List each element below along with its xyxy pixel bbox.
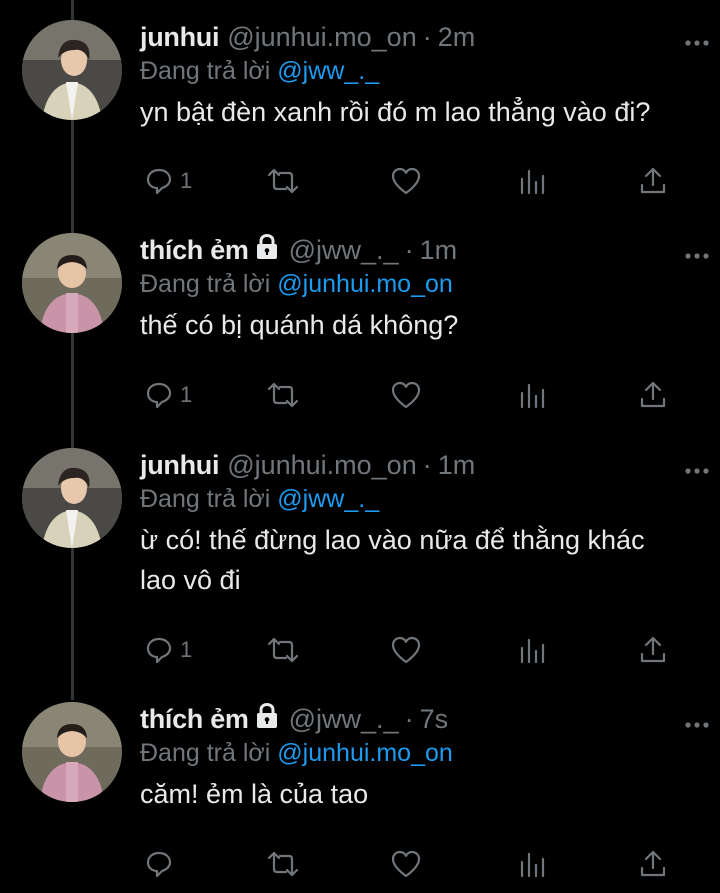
user-handle[interactable]: @junhui.mo_on (227, 22, 417, 53)
views-button[interactable] (518, 377, 546, 413)
heart-icon (391, 381, 421, 409)
retweet-button[interactable] (266, 377, 300, 413)
bar-chart-icon (520, 169, 545, 195)
share-icon (640, 381, 666, 408)
reply-count: 1 (180, 637, 193, 662)
retweet-icon (267, 637, 299, 663)
more-options-icon[interactable] (684, 247, 710, 265)
separator-dot: · (404, 703, 414, 734)
avatar[interactable] (22, 448, 122, 548)
user-handle[interactable]: @junhui.mo_on (227, 450, 417, 481)
replying-to-line: Đang trả lời @junhui.mo_on (140, 736, 700, 770)
tweet-text: ừ có! thế đừng lao vào nữa để thằng khác… (140, 525, 645, 595)
share-button[interactable] (638, 377, 668, 413)
display-name[interactable]: junhui (140, 22, 219, 53)
tweet-text: thế có bị quánh dá không? (140, 310, 459, 340)
more-options-icon[interactable] (684, 716, 710, 734)
share-icon (640, 850, 666, 877)
replying-to-label: Đang trả lời (140, 739, 271, 767)
reply-icon (146, 637, 172, 664)
reply-button[interactable]: 1 (144, 163, 192, 199)
mention-link[interactable]: @junhui.mo_on (277, 739, 453, 767)
mention-link[interactable]: @jww_._ (277, 485, 379, 513)
retweet-button[interactable] (266, 163, 300, 199)
tweet-text: căm! ẻm là của tao (140, 779, 369, 809)
replying-to-label: Đang trả lời (140, 485, 271, 513)
views-button[interactable] (518, 632, 546, 668)
like-button[interactable] (390, 377, 422, 413)
replying-to-line: Đang trả lời @junhui.mo_on (140, 267, 700, 301)
more-options-icon[interactable] (684, 34, 710, 52)
retweet-icon (267, 382, 299, 408)
separator-dot: · (422, 449, 432, 480)
heart-icon (391, 850, 421, 878)
avatar[interactable] (22, 20, 122, 120)
reply-button[interactable]: 1 (144, 632, 192, 668)
action-bar: 1 (140, 377, 674, 413)
heart-icon (391, 636, 421, 664)
display-name[interactable]: thích ẻm (140, 704, 249, 735)
reply-count: 1 (180, 168, 193, 193)
retweet-icon (267, 168, 299, 194)
reply-button[interactable]: 1 (144, 377, 192, 413)
reply-icon (146, 382, 172, 409)
action-bar (140, 846, 674, 882)
timestamp[interactable]: 2m (438, 22, 476, 53)
retweet-button[interactable] (266, 846, 300, 882)
action-bar: 1 (140, 163, 674, 199)
reply-icon (146, 851, 172, 878)
user-handle[interactable]: @jww_._ (289, 235, 399, 266)
like-button[interactable] (390, 632, 422, 668)
timestamp[interactable]: 7s (420, 704, 449, 735)
display-name[interactable]: thích ẻm (140, 235, 249, 266)
retweet-icon (267, 851, 299, 877)
share-button[interactable] (638, 163, 668, 199)
user-handle[interactable]: @jww_._ (289, 704, 399, 735)
reply-count: 1 (180, 382, 193, 407)
like-button[interactable] (390, 846, 422, 882)
mention-link[interactable]: @junhui.mo_on (277, 270, 453, 298)
views-button[interactable] (518, 846, 546, 882)
heart-icon (391, 167, 421, 195)
bar-chart-icon (520, 638, 545, 664)
bar-chart-icon (520, 383, 545, 409)
avatar[interactable] (22, 702, 122, 802)
separator-dot: · (422, 21, 432, 52)
mention-link[interactable]: @jww_._ (277, 57, 379, 85)
replying-to-label: Đang trả lời (140, 270, 271, 298)
separator-dot: · (404, 234, 414, 265)
views-button[interactable] (518, 163, 546, 199)
timestamp[interactable]: 1m (420, 235, 458, 266)
avatar[interactable] (22, 233, 122, 333)
display-name[interactable]: junhui (140, 450, 219, 481)
replying-to-line: Đang trả lời @jww_._ (140, 54, 700, 88)
reply-icon (146, 168, 172, 195)
bar-chart-icon (520, 852, 545, 878)
replying-to-label: Đang trả lời (140, 57, 271, 85)
tweet-text: yn bật đèn xanh rồi đó m lao thẳng vào đ… (140, 97, 651, 127)
retweet-button[interactable] (266, 632, 300, 668)
share-icon (640, 167, 666, 194)
share-button[interactable] (638, 632, 668, 668)
lock-icon (255, 233, 279, 267)
more-options-icon[interactable] (684, 462, 710, 480)
action-bar: 1 (140, 632, 674, 668)
like-button[interactable] (390, 163, 422, 199)
share-button[interactable] (638, 846, 668, 882)
lock-icon (255, 702, 279, 736)
replying-to-line: Đang trả lời @jww_._ (140, 482, 700, 516)
share-icon (640, 636, 666, 663)
reply-button[interactable] (144, 846, 180, 882)
timestamp[interactable]: 1m (438, 450, 476, 481)
